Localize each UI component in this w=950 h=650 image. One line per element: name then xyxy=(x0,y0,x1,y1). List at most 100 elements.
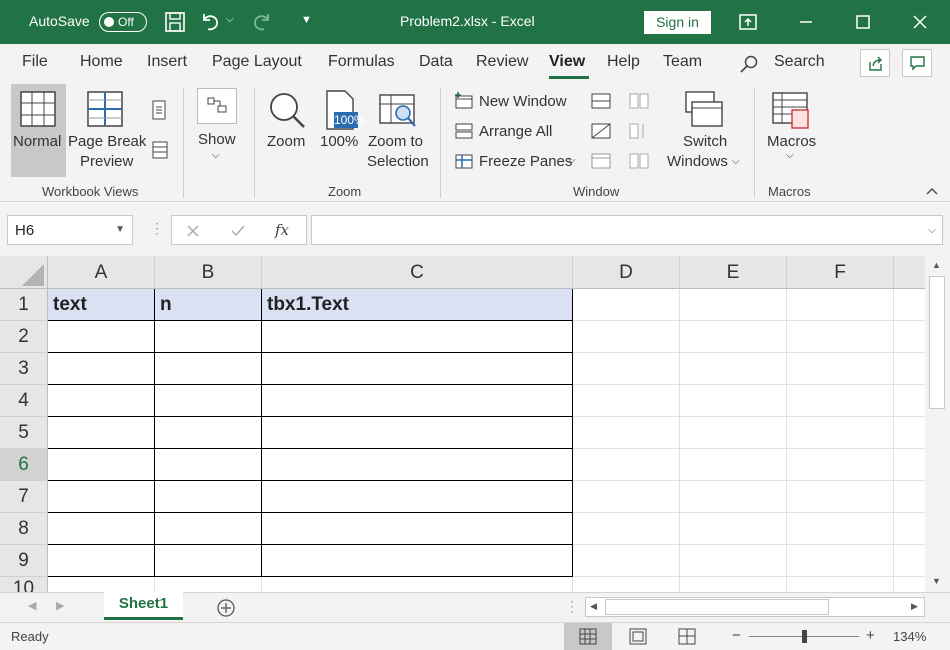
column-header-f[interactable]: F xyxy=(787,256,894,289)
empty-cells-area[interactable] xyxy=(573,289,925,592)
macros-icon[interactable] xyxy=(772,92,810,130)
column-header-a[interactable]: A xyxy=(48,256,155,289)
macros-dropdown-icon[interactable]: ⌵ xyxy=(786,150,794,161)
grid-cell[interactable] xyxy=(262,577,573,592)
tab-view[interactable]: View xyxy=(549,53,585,71)
vertical-scroll-thumb[interactable] xyxy=(929,276,945,409)
undo-dropdown-icon[interactable]: ⌵ xyxy=(226,14,250,38)
next-sheet-icon[interactable]: ▶ xyxy=(56,599,64,612)
sign-in-button[interactable]: Sign in xyxy=(644,11,711,34)
page-break-status-button[interactable] xyxy=(663,623,711,650)
tab-file[interactable]: File xyxy=(22,53,48,71)
table-cell[interactable] xyxy=(262,545,573,577)
row-header-5[interactable]: 5 xyxy=(0,417,48,449)
arrange-all-icon[interactable] xyxy=(454,122,474,140)
zoom-out-icon[interactable]: − xyxy=(732,627,741,644)
zoom-in-icon[interactable]: + xyxy=(866,627,875,644)
previous-sheet-icon[interactable]: ◀ xyxy=(28,599,36,612)
show-dropdown-icon[interactable]: ⌵ xyxy=(212,150,220,161)
table-cell[interactable] xyxy=(155,545,262,577)
zoom-level[interactable]: 134% xyxy=(893,629,926,644)
show-button[interactable] xyxy=(197,88,237,124)
arrange-all-label[interactable]: Arrange All xyxy=(479,123,552,140)
table-cell[interactable] xyxy=(48,353,155,385)
customize-toolbar-icon[interactable]: ▼ xyxy=(301,14,325,38)
row-header-1[interactable]: 1 xyxy=(0,289,48,321)
row-header-2[interactable]: 2 xyxy=(0,321,48,353)
vertical-scrollbar[interactable]: ▲ ▼ xyxy=(925,256,950,592)
collapse-ribbon-icon[interactable] xyxy=(925,186,939,196)
scroll-up-icon[interactable]: ▲ xyxy=(932,260,941,270)
column-header-c[interactable]: C xyxy=(262,256,573,289)
undo-icon[interactable] xyxy=(198,10,222,34)
name-box-dropdown-icon[interactable]: ▼ xyxy=(115,224,125,235)
minimize-icon[interactable] xyxy=(794,10,818,34)
row-header-6[interactable]: 6 xyxy=(0,449,48,481)
switch-windows-icon[interactable] xyxy=(684,90,724,130)
table-cell[interactable] xyxy=(155,321,262,353)
new-window-label[interactable]: New Window xyxy=(479,93,567,110)
formula-input[interactable]: ⌵ xyxy=(311,215,943,245)
switch-windows-dropdown-icon[interactable]: ⌵ xyxy=(732,156,740,167)
page-layout-status-button[interactable] xyxy=(614,623,662,650)
maximize-icon[interactable] xyxy=(851,10,875,34)
freeze-panes-icon[interactable] xyxy=(454,152,474,170)
scroll-right-icon[interactable]: ▶ xyxy=(911,601,918,612)
table-cell[interactable] xyxy=(48,481,155,513)
search-icon[interactable] xyxy=(739,54,759,74)
ribbon-display-options-icon[interactable] xyxy=(736,10,760,34)
table-cell[interactable] xyxy=(155,513,262,545)
tab-formulas[interactable]: Formulas xyxy=(328,53,395,71)
table-header-cell[interactable]: text xyxy=(48,289,155,321)
row-header-9[interactable]: 9 xyxy=(0,545,48,577)
split-icon[interactable] xyxy=(591,92,611,110)
grid-cell[interactable] xyxy=(48,577,155,592)
save-icon[interactable] xyxy=(163,10,187,34)
page-layout-view-icon[interactable] xyxy=(150,100,168,120)
horizontal-scrollbar[interactable]: ◀ ▶ xyxy=(585,597,925,617)
tab-insert[interactable]: Insert xyxy=(147,53,187,71)
table-cell[interactable] xyxy=(262,417,573,449)
formula-bar-grip-icon[interactable]: ⋮ xyxy=(150,220,164,237)
tab-team[interactable]: Team xyxy=(663,53,702,71)
tab-split-grip-icon[interactable]: ⋮ xyxy=(565,598,579,615)
table-cell[interactable] xyxy=(48,417,155,449)
scroll-down-icon[interactable]: ▼ xyxy=(932,576,941,586)
table-cell[interactable] xyxy=(48,513,155,545)
select-all-corner[interactable] xyxy=(0,256,48,289)
table-header-cell[interactable]: n xyxy=(155,289,262,321)
tab-data[interactable]: Data xyxy=(419,53,453,71)
row-header-7[interactable]: 7 xyxy=(0,481,48,513)
table-cell[interactable] xyxy=(48,545,155,577)
row-header-4[interactable]: 4 xyxy=(0,385,48,417)
row-header-8[interactable]: 8 xyxy=(0,513,48,545)
table-cell[interactable] xyxy=(262,513,573,545)
table-cell[interactable] xyxy=(48,321,155,353)
freeze-panes-label[interactable]: Freeze Panes xyxy=(479,153,572,170)
comments-button[interactable] xyxy=(902,49,932,77)
tab-help[interactable]: Help xyxy=(607,53,640,71)
zoom-icon[interactable] xyxy=(267,90,307,130)
column-header-g[interactable] xyxy=(894,256,925,289)
share-button[interactable] xyxy=(860,49,890,77)
freeze-panes-dropdown-icon[interactable]: ⌵ xyxy=(568,155,576,166)
search-label[interactable]: Search xyxy=(774,53,825,71)
insert-function-icon[interactable]: fx xyxy=(275,221,289,239)
table-cell[interactable] xyxy=(262,385,573,417)
new-sheet-icon[interactable] xyxy=(216,598,236,618)
tab-home[interactable]: Home xyxy=(80,53,123,71)
page-break-preview-icon[interactable] xyxy=(87,91,123,127)
table-cell[interactable] xyxy=(48,385,155,417)
table-cell[interactable] xyxy=(262,321,573,353)
grid-cell[interactable] xyxy=(155,577,262,592)
table-header-cell[interactable]: tbx1.Text xyxy=(262,289,573,321)
table-cell[interactable] xyxy=(262,449,573,481)
table-cell[interactable] xyxy=(262,481,573,513)
expand-formula-bar-icon[interactable]: ⌵ xyxy=(928,225,936,236)
table-cell[interactable] xyxy=(155,417,262,449)
column-header-d[interactable]: D xyxy=(573,256,680,289)
column-header-e[interactable]: E xyxy=(680,256,787,289)
normal-view-status-button[interactable] xyxy=(564,623,612,650)
sheet-tab-sheet1[interactable]: Sheet1 xyxy=(104,592,183,620)
column-header-b[interactable]: B xyxy=(155,256,262,289)
